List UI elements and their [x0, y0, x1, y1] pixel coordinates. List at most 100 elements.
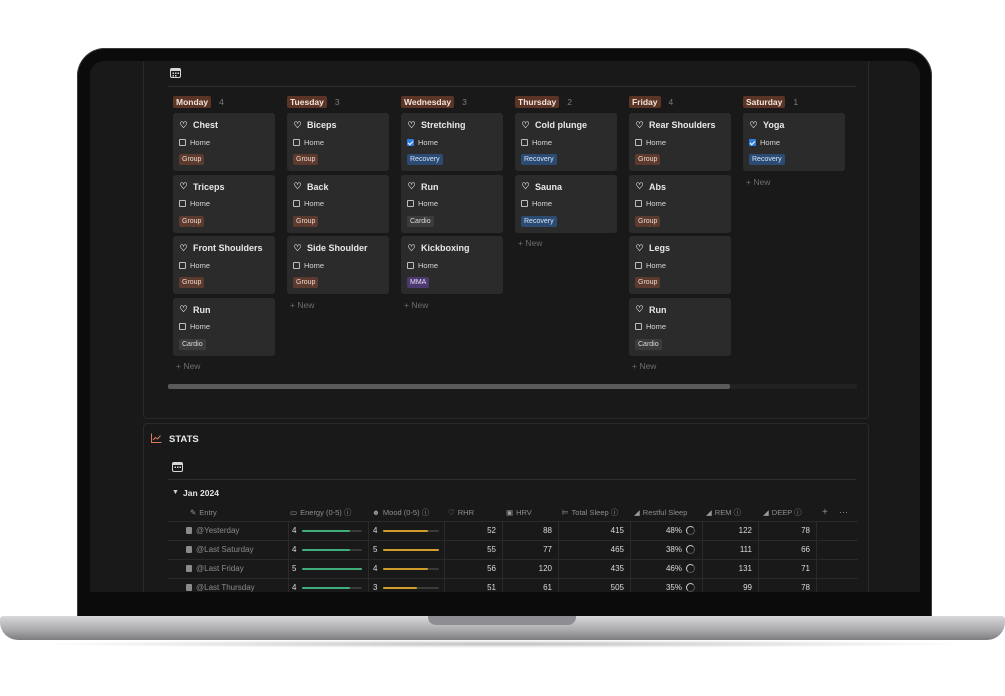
home-checkbox[interactable] [635, 261, 642, 269]
home-checkbox[interactable] [293, 261, 300, 269]
column-hrv[interactable]: ▣ HRV [506, 504, 532, 521]
entry-text: @Last Saturday [196, 545, 254, 554]
calendar-icon[interactable] [172, 461, 183, 475]
board-card[interactable]: ♡ Run Home Cardio [173, 297, 275, 356]
column-entry[interactable]: ✎ Entry [190, 504, 217, 521]
column-total-sleep[interactable]: ⊨ Total Sleep ⓘ [562, 504, 621, 521]
board-card[interactable]: ♡ Chest Home Group [173, 113, 275, 171]
energy-bar-fill [302, 549, 350, 551]
card-count: 4 [219, 97, 224, 107]
column-mood[interactable]: ☻ Mood (0-5) ⓘ [372, 504, 432, 521]
card-title: ♡ Triceps [179, 181, 269, 193]
board-card[interactable]: ♡ Side Shoulder Home Group [287, 236, 389, 294]
column-restful-sleep[interactable]: ◢ Restful Sleep [634, 504, 687, 521]
card-count: 1 [793, 97, 799, 107]
board-card[interactable]: ♡ Run Home Cardio [401, 174, 503, 233]
rhr-value: 51 [487, 583, 496, 592]
home-checkbox[interactable] [179, 138, 186, 146]
scrollbar-thumb[interactable] [168, 384, 730, 389]
home-checkbox[interactable] [293, 200, 300, 207]
energy-bar [302, 549, 362, 551]
column-header[interactable]: Saturday 1 [743, 95, 845, 109]
home-checkbox[interactable] [407, 138, 414, 146]
card-title: ♡ Stretching [407, 119, 497, 131]
home-checkbox[interactable] [179, 323, 186, 330]
column-divider [758, 521, 759, 592]
heart-rate-icon: ♡ [407, 119, 416, 130]
total-sleep-value: 505 [610, 583, 624, 592]
tag-pill: Group [179, 277, 205, 288]
new-card-button[interactable]: + New [629, 359, 731, 373]
board-card[interactable]: ♡ Legs Home Group [629, 236, 731, 294]
home-checkbox[interactable] [749, 138, 756, 146]
new-card-button[interactable]: + New [173, 359, 275, 373]
board-card[interactable]: ♡ Triceps Home Group [173, 174, 275, 233]
board-card[interactable]: ♡ Sauna Home Recovery [515, 174, 617, 233]
add-column-icon[interactable]: + [822, 504, 828, 521]
home-checkbox[interactable] [407, 261, 414, 269]
column-rem[interactable]: ◢ REM ⓘ [706, 504, 744, 521]
board-card[interactable]: ♡ Stretching Home Recovery [401, 113, 503, 171]
table-row[interactable]: @Yesterday 4 4 52 88 415 48% 122 78 [168, 521, 858, 540]
home-checkbox[interactable] [293, 138, 300, 146]
column-header[interactable]: Wednesday 3 [401, 95, 503, 109]
column-header[interactable]: Thursday 2 [515, 95, 617, 109]
board-card[interactable]: ♡ Back Home Group [287, 174, 389, 233]
tag-pill: Group [293, 215, 319, 227]
board-card[interactable]: ♡ Biceps Home Group [287, 113, 389, 171]
home-checkbox[interactable] [179, 261, 186, 269]
day-tag: Monday [173, 96, 212, 108]
checkbox-row: Home [179, 260, 269, 270]
board-card[interactable]: ♡ Run Home Cardio [629, 297, 731, 356]
calendar-icon[interactable] [170, 67, 182, 79]
chevron-down-icon[interactable]: ▼ [172, 489, 179, 496]
checkbox-label: Home [418, 260, 439, 270]
divider [168, 86, 856, 87]
column-header[interactable]: Monday 4 [173, 95, 275, 109]
column-label: HRV [516, 508, 532, 517]
new-card-button[interactable]: + New [401, 298, 503, 312]
board-card[interactable]: ♡ Kickboxing Home MMA [401, 236, 503, 294]
column-energy[interactable]: ▭ Energy (0-5) ⓘ [290, 504, 354, 521]
new-card-button[interactable]: + New [515, 236, 617, 250]
entry-cell[interactable]: @Last Saturday [186, 541, 253, 559]
board-card[interactable]: ♡ Abs Home Group [629, 174, 731, 233]
column-rhr[interactable]: ♡ RHR [448, 504, 474, 521]
table-row[interactable]: @Last Friday 5 4 56 120 435 46% 131 71 [168, 559, 858, 578]
home-checkbox[interactable] [521, 138, 528, 146]
heart-rate-icon: ♡ [635, 304, 644, 314]
column-label: Total Sleep [571, 508, 609, 517]
new-card-button[interactable]: + New [743, 175, 845, 189]
column-header[interactable]: Tuesday 3 [287, 95, 389, 109]
table-row[interactable]: @Last Thursday 4 3 51 61 505 35% 99 78 [168, 578, 858, 592]
column-label: Mood (0-5) [382, 508, 420, 517]
new-card-button[interactable]: + New [287, 298, 389, 312]
table-row[interactable]: @Last Saturday 4 5 55 77 465 38% 111 66 [168, 540, 858, 559]
board-column-thursday: Thursday 2 ♡ Cold plunge Home Recovery ♡ Sauna H… [515, 95, 617, 250]
column-deep[interactable]: ◢ DEEP ⓘ [763, 504, 805, 521]
home-checkbox[interactable] [635, 323, 642, 330]
board-card[interactable]: ♡ Yoga Home Recovery [743, 113, 845, 171]
board-card[interactable]: ♡ Rear Shoulders Home Group [629, 113, 731, 171]
group-title[interactable]: Jan 2024 [183, 488, 219, 498]
home-checkbox[interactable] [407, 200, 414, 207]
entry-cell[interactable]: @Yesterday [186, 522, 239, 540]
entry-cell[interactable]: @Last Thursday [186, 579, 255, 592]
entry-cell[interactable]: @Last Friday [186, 560, 244, 578]
column-header[interactable]: Friday 4 [629, 95, 731, 109]
home-checkbox[interactable] [635, 200, 642, 207]
checkbox-row: Home [749, 137, 839, 147]
card-title: ♡ Run [635, 304, 725, 316]
more-options-icon[interactable]: ··· [839, 504, 848, 521]
column-divider [630, 521, 631, 592]
home-checkbox[interactable] [179, 200, 186, 207]
card-title: ♡ Abs [635, 181, 725, 193]
home-checkbox[interactable] [635, 138, 642, 146]
mood-bar [383, 549, 439, 551]
heart-rate-icon: ♡ [521, 181, 530, 191]
home-checkbox[interactable] [521, 200, 528, 207]
column-label: Energy (0-5) [300, 508, 342, 517]
board-card[interactable]: ♡ Cold plunge Home Recovery [515, 113, 617, 171]
board-card[interactable]: ♡ Front Shoulders Home Group [173, 236, 275, 294]
restful-sleep-value: 48% [665, 526, 682, 535]
